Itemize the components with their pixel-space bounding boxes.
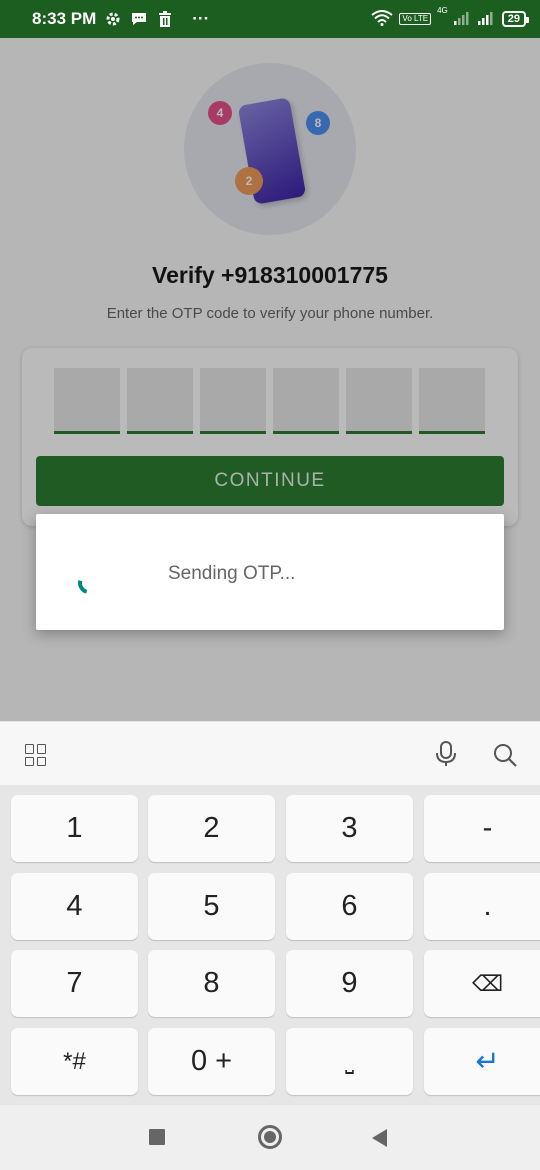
network-type: 4G <box>437 5 448 15</box>
grid-icon[interactable] <box>25 744 47 766</box>
keyboard-toolbar <box>0 721 540 785</box>
trash-icon <box>156 10 174 28</box>
key-6[interactable]: 6 <box>286 873 413 940</box>
loading-spinner-icon <box>73 567 105 599</box>
space-key[interactable]: ⎵ <box>286 1028 413 1095</box>
key-5[interactable]: 5 <box>148 873 275 940</box>
wifi-icon <box>371 9 394 29</box>
key-0[interactable]: 0 + <box>148 1028 275 1095</box>
volte-badge: Vo LTE <box>399 13 432 25</box>
signal-icon <box>453 11 472 28</box>
signal-icon <box>477 11 496 28</box>
sending-otp-dialog: Sending OTP... <box>36 514 504 630</box>
battery-level: 29 <box>507 13 520 25</box>
key-7[interactable]: 7 <box>11 950 138 1017</box>
recents-icon[interactable] <box>149 1129 165 1145</box>
key-3[interactable]: 3 <box>286 795 413 862</box>
status-bar: 8:33 PM ··· Vo LTE 4G 29 <box>0 0 540 38</box>
navigation-bar <box>0 1105 540 1170</box>
key-4[interactable]: 4 <box>11 873 138 940</box>
status-time: 8:33 PM <box>32 9 97 28</box>
more-notifications: ··· <box>192 9 210 28</box>
battery-indicator: 29 <box>501 11 530 27</box>
key-2[interactable]: 2 <box>148 795 275 862</box>
key-9[interactable]: 9 <box>286 950 413 1017</box>
key-symbols[interactable]: *# <box>11 1028 138 1095</box>
message-icon <box>130 10 148 28</box>
key-dot[interactable]: . <box>424 873 540 940</box>
enter-key[interactable]: ↵ <box>424 1028 540 1095</box>
key-1[interactable]: 1 <box>11 795 138 862</box>
search-icon[interactable] <box>492 742 518 768</box>
key-8[interactable]: 8 <box>148 950 275 1017</box>
home-icon[interactable] <box>258 1125 282 1149</box>
back-icon[interactable] <box>372 1129 387 1147</box>
numeric-keyboard: 1 2 3 - 4 5 6 . 7 8 9 ⌫ *# 0 + ⎵ ↵ <box>0 785 540 1105</box>
backspace-key[interactable]: ⌫ <box>424 950 540 1017</box>
mic-icon[interactable] <box>434 740 458 768</box>
gear-icon <box>104 10 122 28</box>
dialog-message: Sending OTP... <box>168 563 296 584</box>
key-dash[interactable]: - <box>424 795 540 862</box>
